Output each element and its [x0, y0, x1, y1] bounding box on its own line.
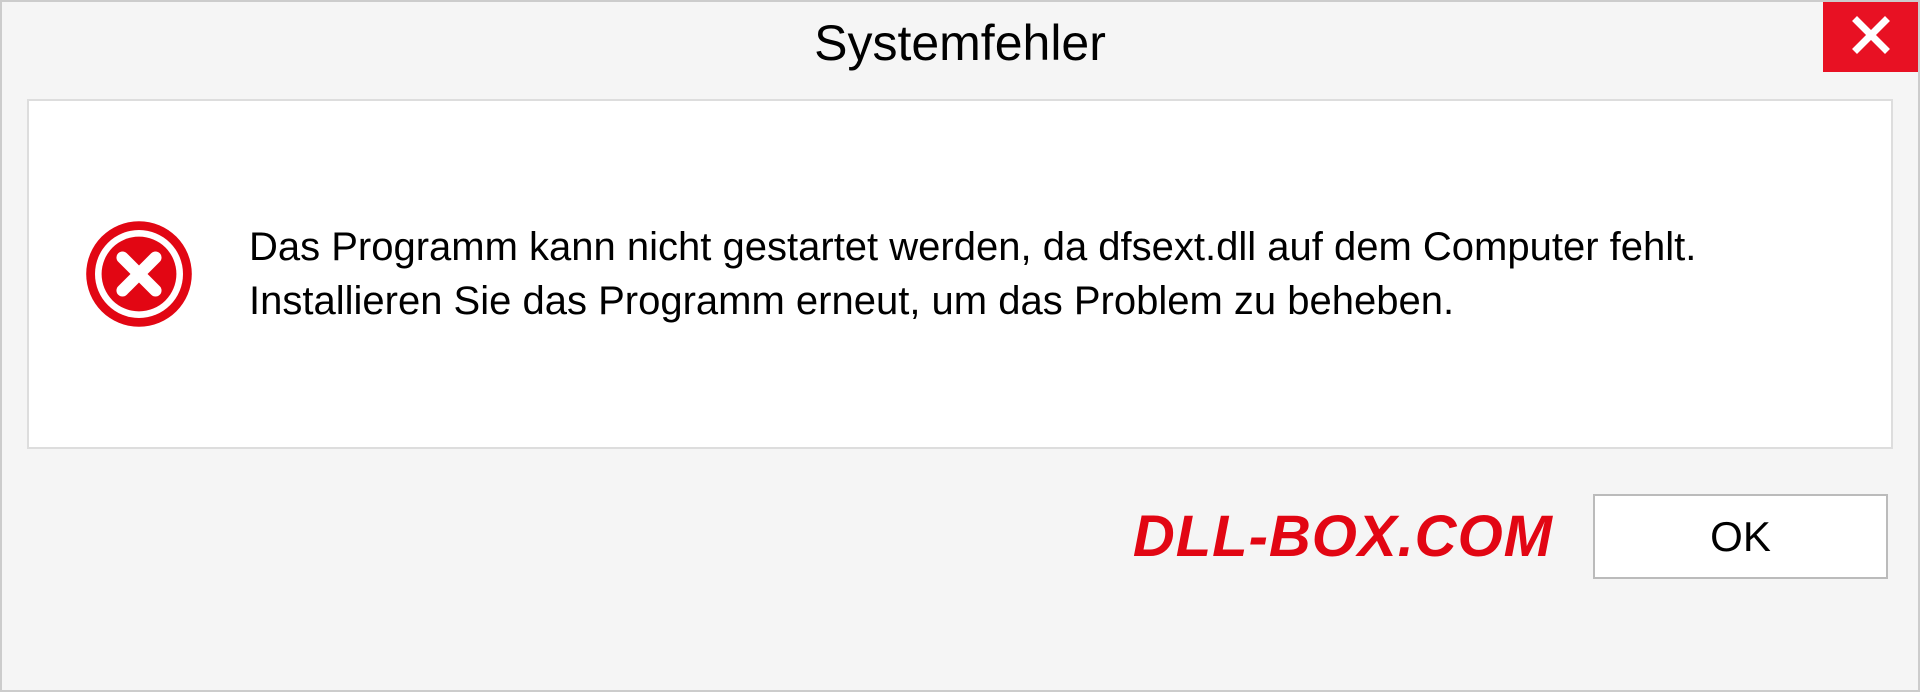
error-icon [84, 219, 194, 329]
ok-button[interactable]: OK [1593, 494, 1888, 579]
close-icon [1850, 14, 1892, 61]
ok-button-label: OK [1710, 513, 1771, 561]
error-message: Das Programm kann nicht gestartet werden… [249, 220, 1836, 328]
dialog-content: Das Programm kann nicht gestartet werden… [27, 99, 1893, 449]
dialog-title: Systemfehler [814, 14, 1106, 72]
dialog-titlebar: Systemfehler [2, 2, 1918, 84]
close-button[interactable] [1823, 2, 1918, 72]
dialog-footer: DLL-BOX.COM OK [2, 469, 1918, 609]
watermark-text: DLL-BOX.COM [1133, 503, 1553, 570]
